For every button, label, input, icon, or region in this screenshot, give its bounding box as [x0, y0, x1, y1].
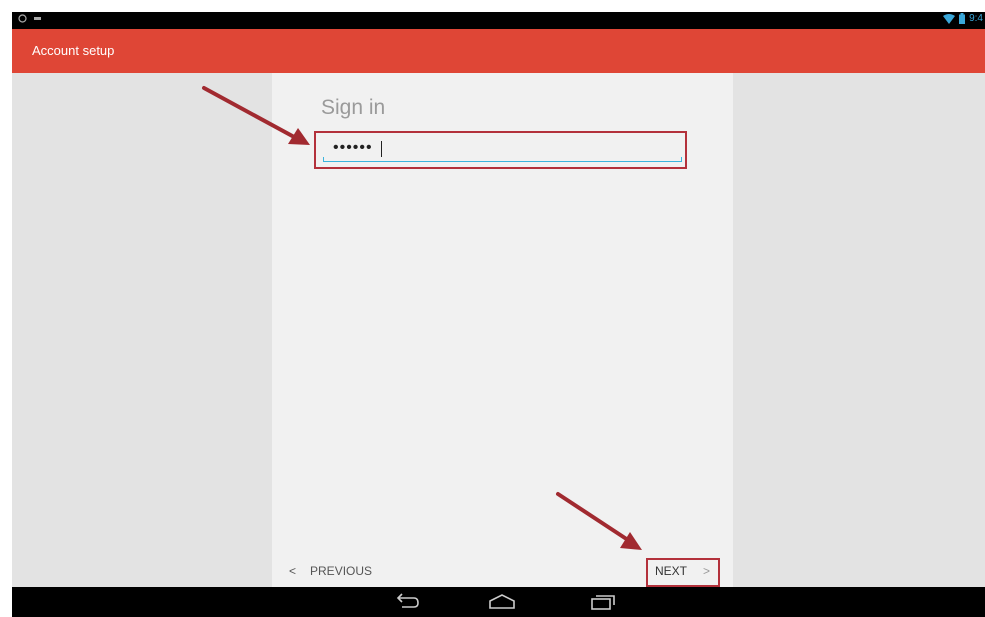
recents-icon[interactable]: [590, 593, 616, 611]
status-time: 9:4: [969, 13, 983, 24]
previous-label: PREVIOUS: [310, 564, 373, 578]
chevron-right-icon: >: [703, 564, 711, 578]
wifi-icon: [943, 13, 956, 24]
tablet-screen: 9:4 Account setup Sign in •••••• < PREVI…: [12, 12, 985, 617]
app-bar: Account setup: [12, 29, 985, 73]
back-icon[interactable]: [394, 593, 420, 611]
battery-icon: [959, 13, 966, 24]
next-label: NEXT: [655, 564, 688, 578]
chevron-left-icon: <: [289, 564, 297, 578]
app-bar-title: Account setup: [32, 43, 115, 58]
previous-button[interactable]: < PREVIOUS: [289, 564, 372, 578]
password-field[interactable]: ••••••: [323, 139, 682, 162]
status-left-icons: [18, 14, 42, 23]
system-nav-bar: [12, 587, 985, 617]
page-title: Sign in: [321, 96, 386, 119]
field-tick-left: [323, 157, 324, 161]
download-status-icon: [34, 17, 41, 20]
content-area: Sign in •••••• < PREVIOUS NEXT >: [12, 73, 985, 587]
home-icon[interactable]: [488, 593, 516, 611]
field-tick-right: [681, 157, 682, 161]
status-bar: 9:4: [12, 12, 985, 29]
signin-card: Sign in •••••• < PREVIOUS NEXT >: [272, 73, 733, 587]
next-button[interactable]: NEXT >: [655, 564, 710, 578]
circle-status-icon: [18, 14, 27, 23]
status-right-icons: 9:4: [943, 13, 983, 24]
password-value: ••••••: [333, 139, 373, 156]
text-cursor: [381, 141, 382, 157]
